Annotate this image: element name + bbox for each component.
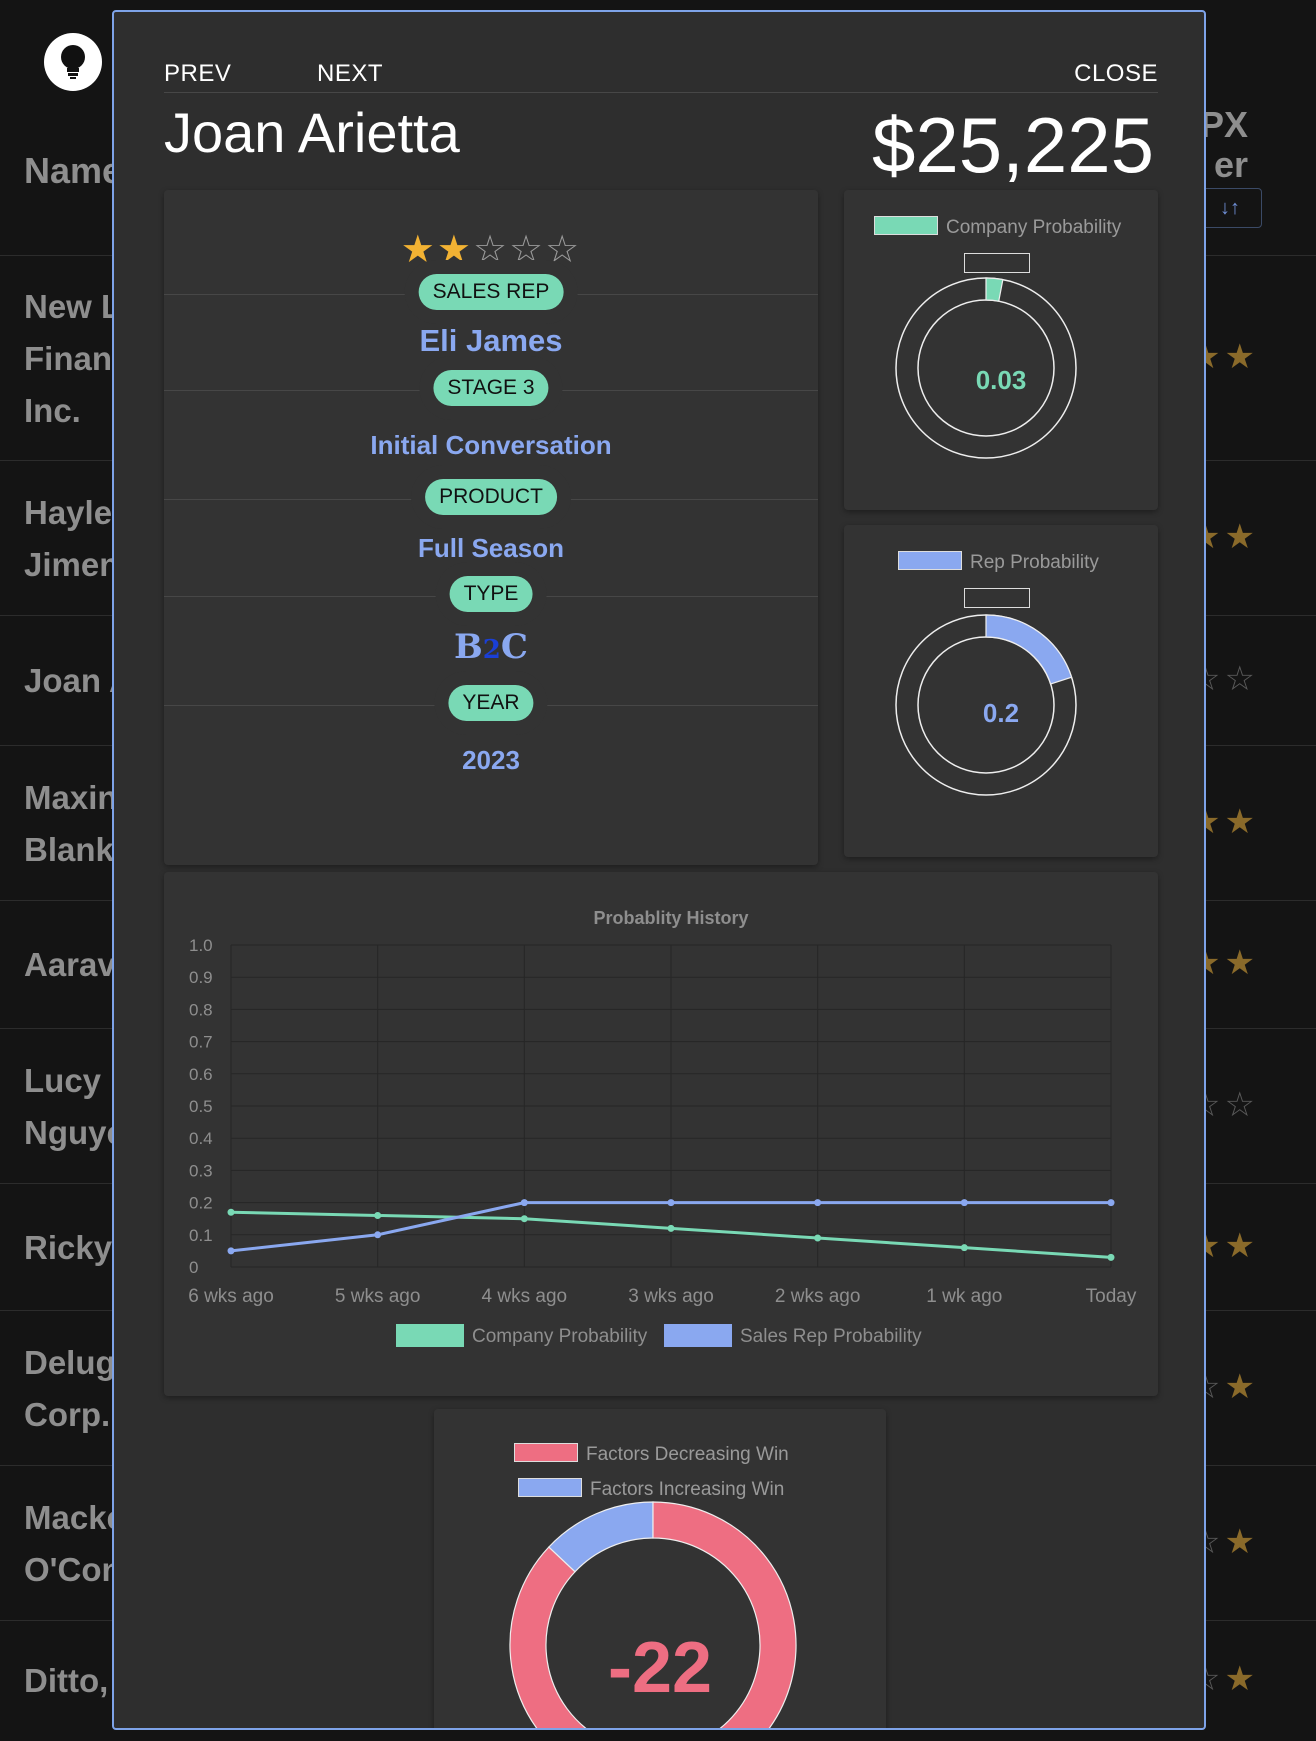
y-tick-label: 0.2 [189,1194,213,1213]
star-icon[interactable]: ★ [437,229,473,271]
y-tick-label: 0.1 [189,1226,213,1245]
deal-title: Joan Arietta [164,101,460,164]
row-name: Delug Corp. [24,1343,116,1433]
series-point [814,1234,822,1242]
app-logo[interactable] [44,33,102,91]
star-icon[interactable]: ★ [1224,338,1258,376]
series-point [667,1199,675,1207]
type-label: TYPE [449,576,533,612]
series-point [667,1224,675,1232]
star-icon[interactable]: ★ [1224,1368,1258,1406]
year-value: 2023 [462,745,520,775]
product-value: Full Season [418,533,564,563]
close-button[interactable]: CLOSE [1074,60,1158,88]
series-point [960,1199,968,1207]
chart-title: Probablity History [593,908,748,928]
x-tick-label: 1 wk ago [926,1286,1002,1307]
y-tick-label: 0.3 [189,1161,213,1180]
star-icon[interactable]: ★ [401,229,437,271]
rating-stars[interactable]: ★★☆☆☆ [164,227,818,272]
series-point [227,1247,235,1255]
rep-donut-value-arc [985,614,1073,685]
deal-info-card: ★★☆☆☆ SALES REP Eli James STAGE 3 Initia… [164,190,818,865]
y-tick-label: 0 [189,1258,198,1277]
series-point [520,1199,528,1207]
company-probability-donut [895,277,1077,459]
x-tick-label: 5 wks ago [335,1286,421,1307]
star-icon[interactable]: ★ [1224,1660,1258,1698]
win-factors-card: Factors Decreasing Win Factors Increasin… [434,1409,886,1728]
series-point [1107,1199,1115,1207]
y-tick-label: 0.7 [189,1033,213,1052]
series-point [960,1244,968,1252]
product-label: PRODUCT [425,479,557,515]
star-icon[interactable]: ★ [1224,1523,1258,1561]
star-icon[interactable]: ★ [1224,518,1258,556]
company-probability-value: 0.03 [975,365,1027,395]
row-name: Lucy Nguye [24,1061,125,1151]
legend-swatch-2 [664,1324,732,1347]
stage-value: Initial Conversation [370,430,612,460]
probability-history-chart: Probablity History 0 0.1 0.2 0.3 0.4 0.5 0.6 0.7… [188,908,1137,1347]
x-tick-label: 4 wks ago [482,1286,568,1307]
rep-probability-donut [895,614,1077,796]
series-point [227,1208,235,1216]
legend-label-1: Company Probability [472,1326,648,1347]
lightbulb-icon [61,45,85,79]
star-icon[interactable]: ★ [1224,803,1258,841]
x-tick-label: 3 wks ago [628,1286,714,1307]
star-icon[interactable]: ★ [1224,944,1258,982]
y-tick-label: 1.0 [189,936,213,955]
rep-probability-value: 0.2 [982,698,1020,728]
deal-detail-modal: PREV NEXT CLOSE Joan Arietta $25,225 ★★☆… [112,10,1206,1730]
company-probability-card: Company Probability 0.03 [844,190,1158,510]
sort-arrows-icon[interactable]: ↓↑ [1198,188,1262,228]
row-name: Hayle Jimen [24,493,120,583]
next-button[interactable]: NEXT [317,60,383,88]
type-value: B2C [454,627,528,667]
y-tick-label: 0.8 [189,1000,213,1019]
row-name: Maxin Blank [24,778,118,868]
star-icon[interactable]: ☆ [1224,660,1258,698]
star-icon[interactable]: ★ [1224,1227,1258,1265]
legend-swatch-1 [396,1324,464,1347]
x-tick-label: 6 wks ago [188,1286,274,1307]
row-name: Ricky [24,1228,113,1266]
star-icon[interactable]: ☆ [545,229,581,271]
star-icon[interactable]: ☆ [1224,1086,1258,1124]
sales-rep-label: SALES REP [418,274,564,310]
y-tick-label: 0.6 [189,1065,213,1084]
name-column-header[interactable]: Name [24,150,122,192]
company-donut-value-arc [985,277,1004,302]
win-factors-score: -22 [607,1628,713,1708]
row-name: Ditto, [24,1662,109,1699]
series-point [520,1215,528,1223]
y-tick-label: 0.9 [189,968,213,987]
prev-button[interactable]: PREV [164,60,231,88]
x-tick-label: Today [1086,1286,1137,1307]
legend-label-2: Sales Rep Probability [740,1326,922,1347]
row-name: Aarav [24,946,116,983]
row-name: Macke O'Con [24,1498,125,1588]
series-point [1107,1253,1115,1261]
deal-amount: $25,225 [872,101,1154,189]
stage-label: STAGE 3 [433,370,549,406]
series-point [374,1211,382,1219]
series-point [814,1199,822,1207]
probability-history-card: Probablity History 0 0.1 0.2 0.3 0.4 0.5 0.6 0.7… [164,872,1158,1396]
modal-nav: PREV NEXT CLOSE [164,56,1158,93]
star-icon[interactable]: ☆ [509,229,545,271]
right-column-header[interactable]: PX er [1200,105,1248,185]
series-point [374,1231,382,1239]
sales-rep-value: Eli James [419,323,563,358]
rep-probability-card: Rep Probability 0.2 [844,525,1158,857]
star-icon[interactable]: ☆ [473,229,509,271]
year-label: YEAR [448,685,534,721]
x-tick-label: 2 wks ago [775,1286,861,1307]
y-tick-label: 0.4 [189,1129,213,1148]
y-tick-label: 0.5 [189,1097,213,1116]
